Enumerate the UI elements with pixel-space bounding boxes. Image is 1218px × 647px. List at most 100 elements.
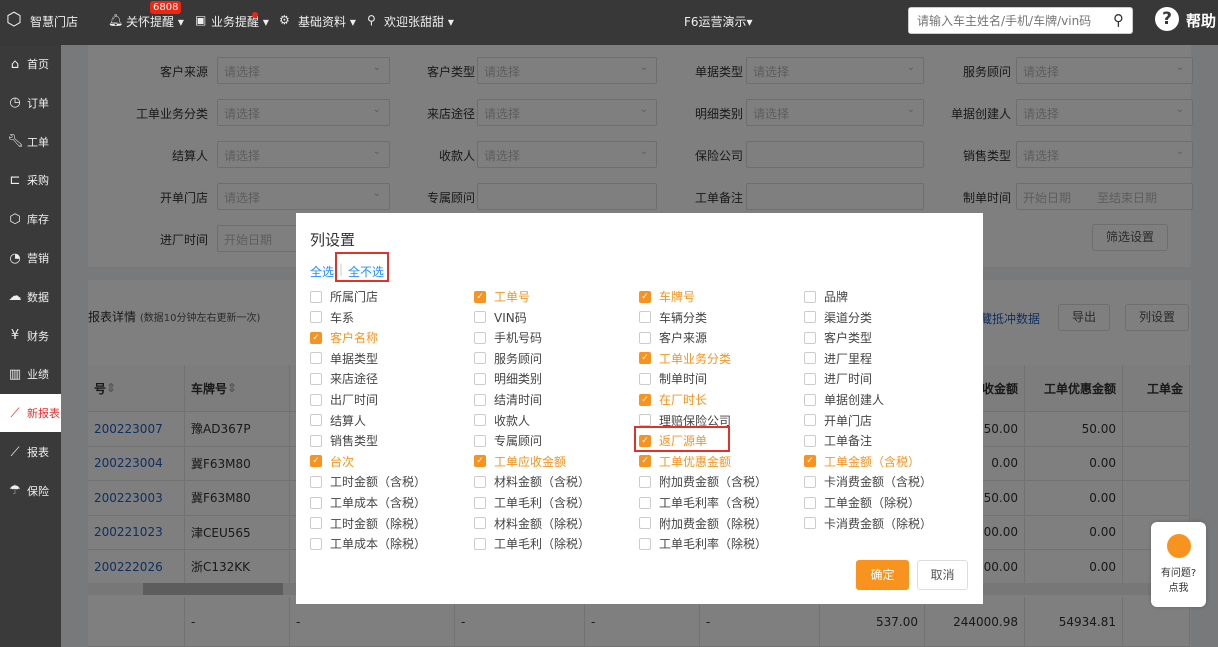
column-checkbox[interactable]: 收款人 <box>474 412 530 429</box>
column-checkbox[interactable]: ✓ 在厂时长 <box>639 391 707 408</box>
checkbox-label: 手机号码 <box>494 331 543 346</box>
column-checkbox[interactable]: 工时金额（除税） <box>310 515 426 532</box>
sidebar-item-label: 采购 <box>27 174 49 188</box>
checkbox-unchecked-icon <box>310 496 322 509</box>
biz-label: 业务提醒 <box>211 15 260 29</box>
sidebar-item-label: 数据 <box>27 290 49 304</box>
column-checkbox[interactable]: 材料金额（除税） <box>474 515 590 532</box>
column-checkbox[interactable]: 结清时间 <box>474 391 542 408</box>
column-checkbox[interactable]: 工时金额（含税） <box>310 473 426 490</box>
line-chart-icon: ⟋ <box>10 405 20 421</box>
column-checkbox[interactable]: 进厂里程 <box>804 350 872 367</box>
column-checkbox[interactable]: ✓ 工单应收金额 <box>474 453 566 470</box>
checkbox-checked-icon: ✓ <box>639 290 651 303</box>
column-checkbox[interactable]: 渠道分类 <box>804 309 872 326</box>
column-checkbox[interactable]: 附加费金额（除税） <box>639 515 767 532</box>
sidebar-item[interactable]: ◷ 订单 <box>0 84 61 122</box>
checkbox-checked-icon: ✓ <box>310 455 322 468</box>
column-checkbox[interactable]: 单据创建人 <box>804 391 884 408</box>
checkbox-unchecked-icon <box>639 372 651 385</box>
sidebar-item[interactable]: ⟋ 新报表 <box>0 394 61 433</box>
column-checkbox[interactable]: 品牌 <box>804 288 848 305</box>
column-checkbox[interactable]: ✓ 工单优惠金额 <box>639 453 731 470</box>
column-checkbox[interactable]: 制单时间 <box>639 370 707 387</box>
search-input[interactable] <box>909 8 1099 33</box>
column-checkbox[interactable]: ✓ 台次 <box>310 453 354 470</box>
column-checkbox[interactable]: 专属顾问 <box>474 432 542 449</box>
sidebar-item[interactable]: ☂ 保险 <box>0 472 61 510</box>
checkbox-label: 附加费金额（除税） <box>659 516 768 531</box>
top-bar: ⬡ 智慧门店 🔔︎ 关怀提醒 ▾ 6808 ▣ 业务提醒 ▾ ⚙ 基础资料 ▾ … <box>0 0 1218 45</box>
checkbox-label: 工单号 <box>494 290 531 304</box>
checkbox-unchecked-icon <box>639 331 651 344</box>
column-checkbox[interactable]: 出厂时间 <box>310 391 378 408</box>
column-checkbox[interactable]: 客户来源 <box>639 329 707 346</box>
column-checkbox[interactable]: 服务顾问 <box>474 350 542 367</box>
confirm-button[interactable]: 确定 <box>856 560 909 590</box>
column-checkbox[interactable]: 结算人 <box>310 412 366 429</box>
select-all-link[interactable]: 全选 <box>310 263 334 280</box>
care-reminder-menu[interactable]: 关怀提醒 ▾ <box>126 13 184 30</box>
column-checkbox[interactable]: 开单门店 <box>804 412 872 429</box>
column-checkbox[interactable]: 客户类型 <box>804 329 872 346</box>
column-checkbox[interactable]: 单据类型 <box>310 350 378 367</box>
sidebar-item[interactable]: ▥ 业绩 <box>0 355 61 393</box>
search-icon[interactable]: ⚲ <box>1113 11 1124 29</box>
column-checkbox[interactable]: 车系 <box>310 309 354 326</box>
column-checkbox[interactable]: 销售类型 <box>310 432 378 449</box>
user-icon: ⚲ <box>367 13 376 27</box>
column-checkbox[interactable]: VIN码 <box>474 309 527 326</box>
column-checkbox[interactable]: 材料金额（含税） <box>474 473 590 490</box>
checkbox-label: 进厂里程 <box>824 351 873 366</box>
sidebar-item-label: 新报表 <box>27 407 60 421</box>
checkbox-label: 客户名称 <box>330 331 379 346</box>
checkbox-label: 在厂时长 <box>659 393 708 407</box>
checkbox-label: 材料金额（除税） <box>494 516 591 531</box>
checkbox-label: 工单成本（含税） <box>330 496 427 510</box>
business-reminder-menu[interactable]: 业务提醒 ▾ <box>211 13 269 30</box>
sidebar-item-label: 营销 <box>27 252 49 265</box>
help-widget[interactable]: 有问题? 点我 <box>1151 522 1206 607</box>
sidebar-item[interactable]: ⌂ 首页 <box>0 45 61 83</box>
checkbox-label: 车系 <box>330 310 355 325</box>
user-menu[interactable]: 欢迎张甜甜 ▾ <box>384 13 454 30</box>
column-checkbox[interactable]: 工单金额（除税） <box>804 494 920 511</box>
cancel-button[interactable]: 取消 <box>917 560 968 590</box>
column-checkbox[interactable]: 工单毛利（含税） <box>474 494 590 511</box>
checkbox-label: 工单优惠金额 <box>659 454 732 469</box>
column-checkbox[interactable]: 工单毛利率（含税） <box>639 494 767 511</box>
sidebar-item[interactable]: ☁ 数据 <box>0 278 61 316</box>
column-checkbox[interactable]: 工单成本（除税） <box>310 535 426 552</box>
column-checkbox[interactable]: 进厂时间 <box>804 370 872 387</box>
column-checkbox[interactable]: 所属门店 <box>310 288 378 305</box>
column-checkbox[interactable]: 附加费金额（含税） <box>639 473 767 490</box>
sidebar-item[interactable]: ¥ 财务 <box>0 317 61 355</box>
column-checkbox[interactable]: 手机号码 <box>474 329 542 346</box>
sidebar-item[interactable]: 🔧︎ 工单 <box>0 123 61 161</box>
basic-data-menu[interactable]: 基础资料 ▾ <box>298 13 356 30</box>
column-checkbox[interactable]: ✓ 工单金额（含税） <box>804 453 920 470</box>
column-checkbox[interactable]: 工单毛利（除税） <box>474 535 590 552</box>
column-checkbox[interactable]: 来店途径 <box>310 370 378 387</box>
column-checkbox[interactable]: 工单毛利率（除税） <box>639 535 767 552</box>
sidebar-item[interactable]: ⟋ 报表 <box>0 433 61 471</box>
checkbox-unchecked-icon <box>639 537 651 550</box>
sidebar-item[interactable]: ⬡ 库存 <box>0 200 61 238</box>
checkbox-unchecked-icon <box>474 475 486 488</box>
checkbox-checked-icon: ✓ <box>804 455 816 468</box>
store-switcher[interactable]: F6运营演示▾ <box>684 13 753 30</box>
column-checkbox[interactable]: ✓ 工单号 <box>474 288 530 305</box>
column-checkbox[interactable]: ✓ 客户名称 <box>310 329 378 346</box>
sidebar-item[interactable]: ◔ 营销 <box>0 239 61 277</box>
help-icon[interactable]: ? <box>1155 7 1179 31</box>
column-checkbox[interactable]: 明细类别 <box>474 370 542 387</box>
sidebar-item[interactable]: ⊏ 采购 <box>0 161 61 199</box>
column-checkbox[interactable]: ✓ 工单业务分类 <box>639 350 731 367</box>
column-checkbox[interactable]: ✓ 车牌号 <box>639 288 695 305</box>
column-checkbox[interactable]: 卡消费金额（除税） <box>804 515 932 532</box>
help-link[interactable]: 帮助 <box>1186 10 1216 31</box>
column-checkbox[interactable]: 车辆分类 <box>639 309 707 326</box>
column-checkbox[interactable]: 卡消费金额（含税） <box>804 473 932 490</box>
column-checkbox[interactable]: 工单成本（含税） <box>310 494 426 511</box>
column-checkbox[interactable]: 工单备注 <box>804 432 872 449</box>
